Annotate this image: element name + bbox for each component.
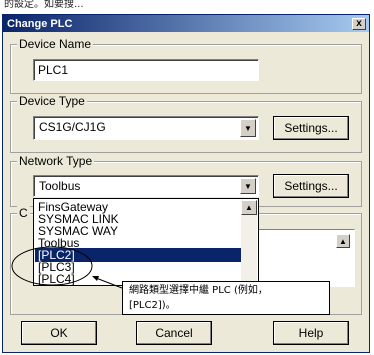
annotation-callout: 網路類型選擇中繼 PLC (例如， [PLC2])。	[122, 281, 330, 315]
chevron-down-icon[interactable]: ▼	[240, 178, 256, 194]
device-type-settings-button[interactable]: Settings...	[273, 116, 349, 140]
network-type-dropdown-list[interactable]: FinsGateway SYSMAC LINK SYSMAC WAY Toolb…	[33, 198, 259, 286]
background-page-text: 的設定。如要搜...	[4, 0, 84, 10]
device-name-input[interactable]: PLC1	[33, 59, 259, 81]
network-type-label: Network Type	[17, 154, 95, 168]
ok-button[interactable]: OK	[21, 321, 97, 345]
chevron-down-icon[interactable]: ▼	[240, 119, 256, 137]
scroll-up-icon[interactable]: ▲	[241, 200, 257, 215]
dropdown-scrollbar[interactable]: ▲	[241, 200, 257, 284]
callout-line-2: [PLC2])。	[129, 300, 176, 311]
device-type-label: Device Type	[17, 94, 87, 108]
hidden-group-label: C	[17, 206, 30, 220]
device-type-select[interactable]: CS1G/CJ1G ▼	[33, 116, 259, 140]
window-title: Change PLC	[7, 17, 73, 30]
network-type-settings-button[interactable]: Settings...	[273, 174, 349, 198]
close-icon[interactable]: x	[352, 17, 366, 30]
scroll-up-icon[interactable]: ▲	[336, 234, 350, 248]
cancel-button[interactable]: Cancel	[136, 321, 212, 345]
network-type-value: Toolbus	[39, 179, 81, 193]
device-type-value: CS1G/CJ1G	[39, 120, 106, 134]
title-bar[interactable]: Change PLC x	[3, 15, 369, 32]
help-button[interactable]: Help	[273, 321, 349, 345]
network-type-select[interactable]: Toolbus ▼	[33, 175, 259, 197]
device-name-label: Device Name	[17, 37, 94, 51]
callout-line-1: 網路類型選擇中繼 PLC (例如，	[129, 285, 268, 296]
